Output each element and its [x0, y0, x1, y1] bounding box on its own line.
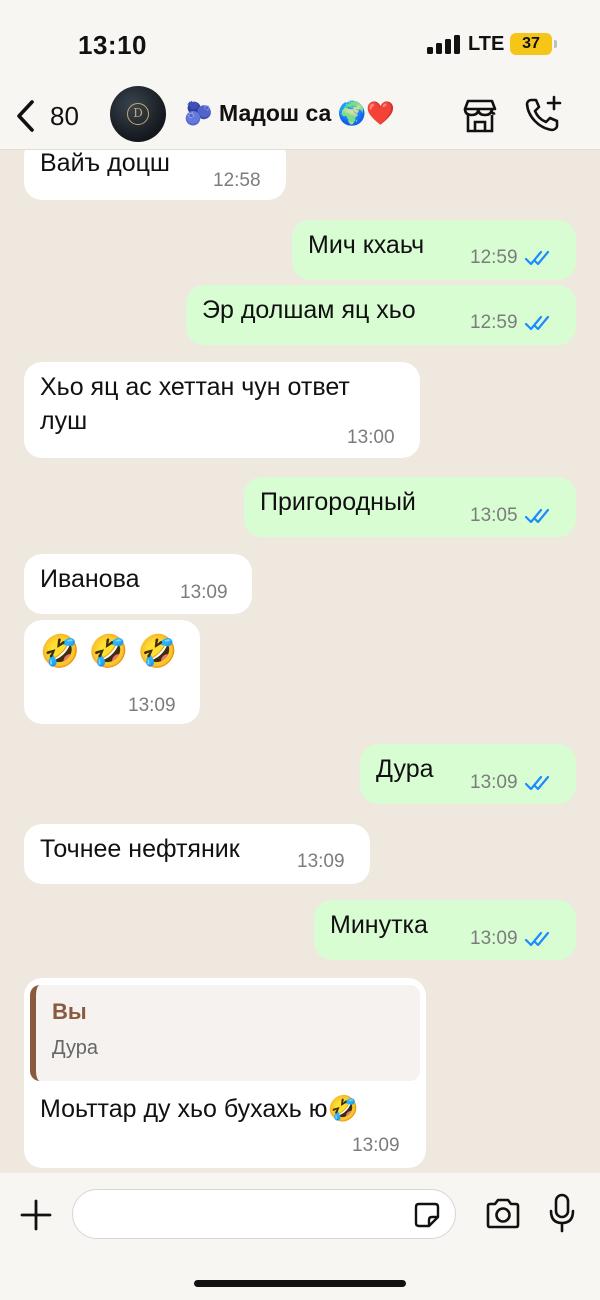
message-text: Хьо яц ас хеттан чун ответ луш	[40, 373, 350, 435]
status-time: 13:10	[78, 30, 147, 60]
message-text: Вайъ доцш	[40, 150, 170, 177]
message-time: 13:05	[470, 505, 552, 527]
message-text: Дура	[376, 755, 434, 783]
chat-title[interactable]: 🫐 Мадош са 🌍❤️	[184, 100, 395, 127]
message-text: Эр долшам яц хьо	[202, 296, 416, 324]
read-ticks-icon	[524, 931, 549, 947]
status-bar: 13:10 LTE 37	[0, 0, 600, 88]
store-icon[interactable]	[460, 96, 500, 136]
message-time: 12:58	[213, 170, 261, 191]
back-button[interactable]: 80	[14, 96, 94, 136]
unread-count: 80	[50, 100, 79, 131]
message-input-wrapper	[72, 1189, 456, 1239]
sticker-icon[interactable]	[413, 1201, 441, 1229]
read-ticks-icon	[524, 315, 549, 331]
signal-icon	[427, 34, 461, 54]
plus-icon[interactable]	[18, 1197, 54, 1233]
read-ticks-icon	[524, 508, 549, 524]
home-indicator[interactable]	[194, 1280, 406, 1287]
message-input[interactable]	[89, 1190, 399, 1238]
message-time: 13:09	[297, 851, 345, 872]
read-ticks-icon	[524, 250, 549, 266]
message-text: Иванова	[40, 565, 140, 593]
network-type: LTE	[468, 33, 505, 55]
message-text: Моьттар ду хьо бухахь ю🤣	[40, 1095, 359, 1123]
message-text: Точнее нефтяник	[40, 835, 240, 863]
message-time: 13:09	[470, 772, 552, 794]
message-text: Мич кхаьч	[308, 231, 425, 259]
reply-quote[interactable]: Вы Дура	[30, 985, 420, 1081]
message-time: 13:09	[180, 582, 228, 603]
microphone-icon[interactable]	[548, 1193, 576, 1233]
reply-text: Дура	[52, 1037, 99, 1059]
chevron-left-icon	[17, 100, 34, 132]
reply-author: Вы	[52, 999, 87, 1024]
battery-icon: 37	[510, 33, 557, 55]
avatar[interactable]: D	[110, 86, 166, 142]
message-time: 13:00	[347, 427, 395, 448]
call-add-icon[interactable]	[522, 94, 564, 136]
message-time: 12:59	[470, 312, 552, 334]
chat-header: 80 D 🫐 Мадош са 🌍❤️	[0, 86, 600, 150]
message-time: 13:09	[352, 1135, 400, 1156]
message-time: 13:09	[470, 928, 552, 950]
read-ticks-icon	[524, 775, 549, 791]
message-time: 12:59	[470, 247, 552, 269]
message-text: Пригородный	[260, 488, 416, 516]
message-text: 🤣 🤣 🤣	[40, 633, 178, 669]
message-text: Минутка	[330, 911, 428, 939]
avatar-logo-icon: D	[127, 103, 149, 125]
camera-icon[interactable]	[484, 1197, 522, 1231]
message-time: 13:09	[128, 695, 176, 716]
